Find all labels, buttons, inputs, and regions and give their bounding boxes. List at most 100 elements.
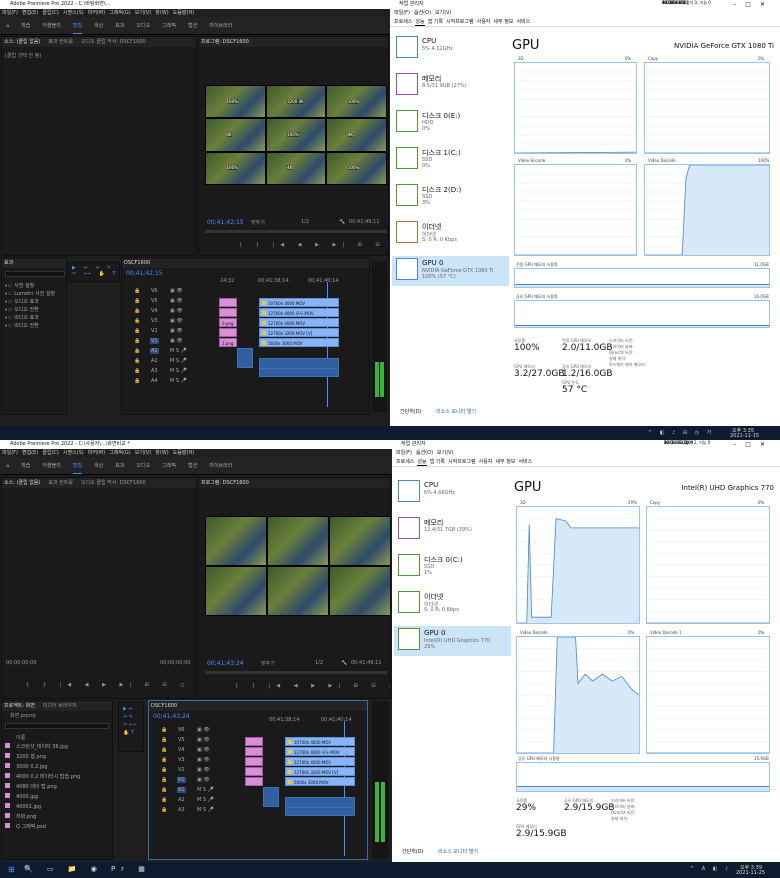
track-lock-icon[interactable]: 🔒 [161,747,167,753]
track-lock-icon[interactable]: 🔒 [134,288,140,294]
workspace-tab[interactable]: 그래픽 [162,18,176,34]
track-header[interactable]: 🔒 A1 M S 🎤 [124,348,214,358]
timeline-clip-image[interactable] [245,757,263,766]
program-scrubber[interactable] [205,671,387,674]
taskbar-apps[interactable]: 🔍 ▭ 📁 ◉ Pr ▦ [24,865,151,873]
home-icon[interactable]: ⌂ [6,458,9,474]
track-name[interactable]: V3 [150,318,159,324]
track-toggle-icon[interactable]: M S 🎤 [170,368,187,374]
track-lock-icon[interactable]: 🔒 [134,368,140,374]
source-transport-controls[interactable]: { } |◀ ◀ ▶ ▶| ⊞ ⊟ ◻ [26,682,190,688]
source-tab[interactable]: 오디오 클립 믹서: DSCF1600 [81,480,146,486]
workspace-tab[interactable]: 편집 [72,19,82,34]
timeline-clip-image[interactable] [219,298,237,307]
project-item[interactable]: 4000 0.2 데이터시 탑습.png [5,773,111,783]
track-lock-icon[interactable]: 🔒 [134,348,140,354]
workspace-tab[interactable]: 효과 [115,458,124,474]
menu-item[interactable]: 클립(C) [42,10,59,16]
menu-item[interactable]: 도움말(H) [173,450,194,456]
menu-item[interactable]: 보기(V) [135,10,152,16]
menu-item[interactable]: 파일(F) [2,450,18,456]
menu-item[interactable]: 시퀀스(S) [63,450,84,456]
track-lock-icon[interactable]: 🔒 [161,807,167,813]
effects-folder[interactable]: ▸▭ 오디오 전환 [5,306,66,314]
track-lock-icon[interactable]: 🔒 [134,338,140,344]
track-name[interactable]: A1 [150,348,159,354]
track-toggle-icon[interactable]: M S 🎤 [197,807,214,813]
menu-item[interactable]: 클립(C) [42,450,59,456]
workspace-tab[interactable]: 오디오 [136,18,150,34]
effects-folder[interactable]: ▸▭ Lumetri 사전 설정 [5,290,66,298]
track-toggle-icon[interactable]: M S 🎤 [197,787,214,793]
source-tab[interactable]: 효과 컨트롤 [48,480,73,486]
effects-search-input[interactable] [5,271,65,277]
track-name[interactable]: V4 [150,308,159,314]
timeline-clip-video[interactable]: 5600x 3000.MOV [285,777,355,786]
timeline-clip-video[interactable]: 12700k 4000 모두.MOV [285,747,355,756]
track-name[interactable]: V1 [177,777,186,783]
workspace-tab[interactable]: 색상 [94,18,103,34]
tab-timeline[interactable]: DSCF1600 [151,703,177,709]
workspace-tab[interactable]: 어셈블리 [42,458,60,474]
track-toggle-icon[interactable]: M S 🎤 [170,358,187,364]
track-name[interactable]: V3 [177,757,186,763]
track-lock-icon[interactable]: 🔒 [161,767,167,773]
program-scrubber[interactable] [205,230,387,233]
effects-folder[interactable]: ▸▭ 비디오 효과 [5,314,66,322]
effects-folder[interactable]: ▸▭ 비디오 전환 [5,322,66,330]
tray-icons[interactable]: ^ ◧ ♪ ⊟ ◷ 가 [648,429,714,436]
track-header[interactable]: 🔒 V5 ▣ 👁 [151,737,241,747]
menu-item[interactable]: 시퀀스(S) [63,10,84,16]
track-toggle-icon[interactable]: ▣ 👁 [170,338,183,344]
track-lock-icon[interactable]: 🔒 [134,318,140,324]
start-button[interactable]: ⊞ [8,865,15,874]
program-timecode[interactable]: 00;41;42;15 [207,219,244,226]
track-toggle-icon[interactable]: M S 🎤 [170,378,187,384]
track-toggle-icon[interactable]: M S 🎤 [170,348,187,354]
clock-date[interactable]: 2021-11-15 [730,433,759,439]
timeline-clip-video[interactable] [263,787,279,807]
project-item[interactable]: Q 그래픽.psd [5,823,111,833]
program-quality-select[interactable]: 1/2 [315,660,323,666]
track-name[interactable]: V4 [177,747,186,753]
menu-item[interactable]: 그래픽(G) [109,450,131,456]
tab-timeline[interactable]: DSCF1600 [124,260,150,266]
track-lock-icon[interactable]: 🔒 [161,757,167,763]
program-fit-select[interactable]: 맞추기 [261,660,275,667]
project-item[interactable]: 3000 0.2.jpg [5,763,111,773]
source-tab[interactable]: 효과 컨트롤 [48,39,73,45]
menu-item[interactable]: 편집(E) [22,10,38,16]
timeline-clip-video[interactable]: 12700k 3200.MOV [V] [259,328,339,337]
timeline-clip-audio[interactable] [259,368,339,377]
timeline-clip-image[interactable] [219,328,237,337]
workspace-tab[interactable]: 캡션 [188,458,197,474]
menu-item[interactable]: 그래픽(G) [109,10,131,16]
workspace-tab[interactable]: 효과 [115,18,124,34]
track-header[interactable]: 🔒 A2 M S 🎤 [124,358,214,368]
track-lock-icon[interactable]: 🔒 [161,797,167,803]
track-name[interactable]: V2 [177,767,186,773]
timeline-clip-video[interactable]: 12700k 4000.MOV [285,757,355,766]
track-header[interactable]: 🔒 V2 ▣ 👁 [151,767,241,777]
track-lock-icon[interactable]: 🔒 [161,787,167,793]
timeline-clip-audio[interactable] [285,807,355,816]
project-item[interactable]: 4080 데이 탑.png [5,783,111,793]
track-toggle-icon[interactable]: ▣ 👁 [170,318,183,324]
workspace-tab[interactable]: 학습 [21,458,30,474]
project-item[interactable]: 저화.png [5,813,111,823]
track-toggle-icon[interactable]: ▣ 👁 [197,767,210,773]
track-header[interactable]: 🔒 V2 ▣ 👁 [124,328,214,338]
timeline-clip-image[interactable] [245,747,263,756]
source-tab[interactable]: 오디오 클립 믹서: DSCF1600 [81,39,146,45]
tab-program[interactable]: 프로그램: DSCF1600 [201,39,249,45]
track-toggle-icon[interactable]: ▣ 👁 [170,298,183,304]
track-header[interactable]: 🔒 V3 ▣ 👁 [151,757,241,767]
timeline-clip-image[interactable] [245,777,263,786]
project-item[interactable]: 스크린샷_데이터 36.jpg [5,743,111,753]
source-tab[interactable]: 소스: (클립 없음) [4,39,40,45]
track-toggle-icon[interactable]: ▣ 👁 [197,737,210,743]
tab-effects[interactable]: 효과 [4,260,13,266]
program-quality-select[interactable]: 1/2 [301,219,309,225]
transport-controls[interactable]: { } |◀ ◀ ▶ ▶| ⊞ ⊟ ◻ + [239,242,388,248]
track-toggle-icon[interactable]: ▣ 👁 [197,757,210,763]
